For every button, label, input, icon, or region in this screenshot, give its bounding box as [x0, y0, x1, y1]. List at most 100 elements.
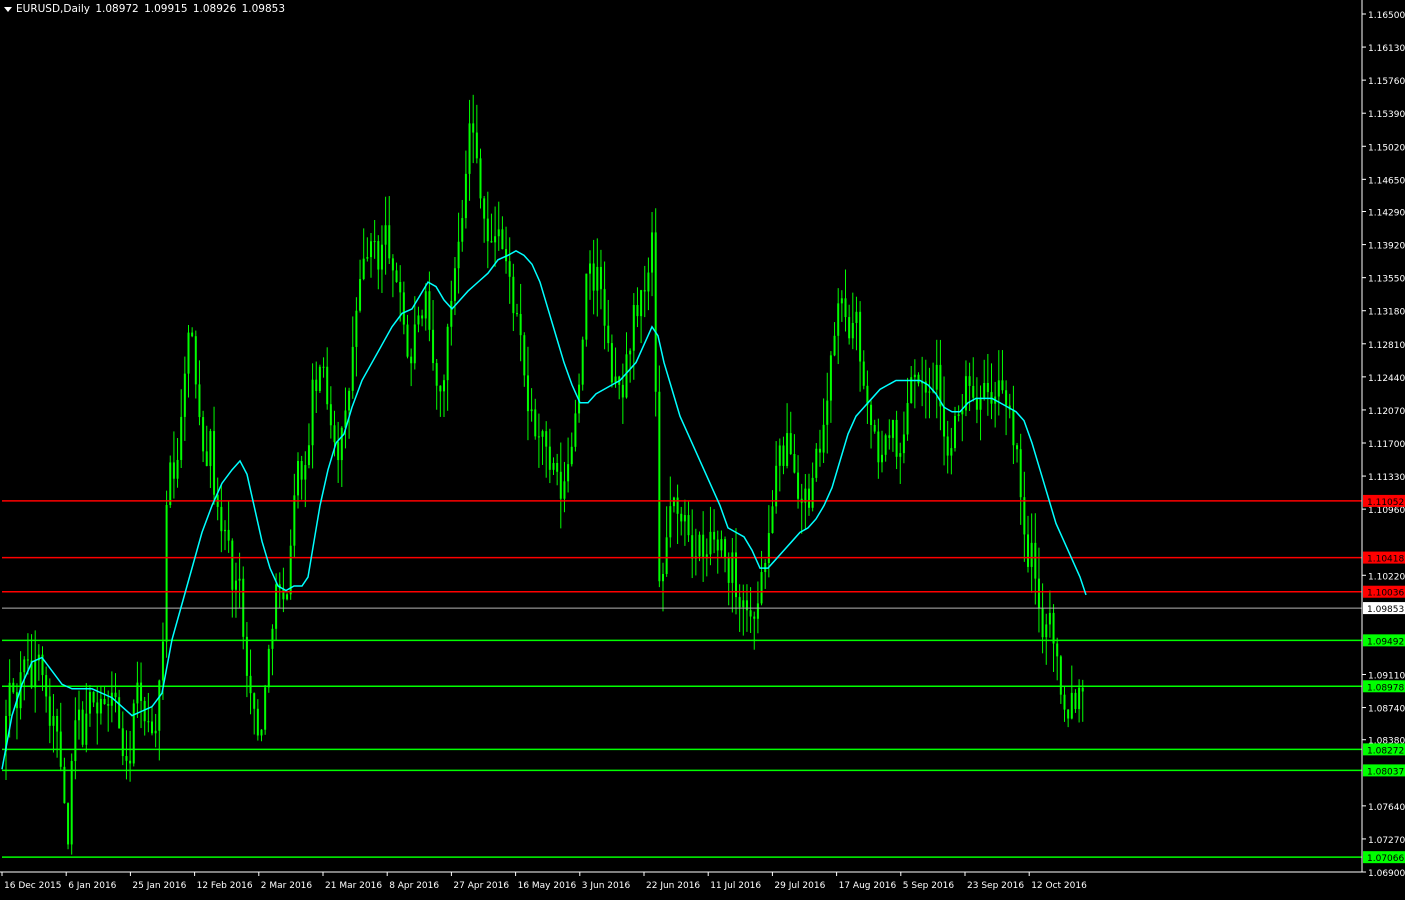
candle-body — [453, 268, 456, 301]
candle-body — [756, 603, 759, 619]
candle-body — [519, 314, 522, 336]
chart-window[interactable]: 1.16500 1.16130 1.15760 1.15390 1.15020 1.146… — [0, 0, 1405, 896]
candle-body — [713, 531, 716, 540]
candle-body — [935, 364, 938, 390]
candle-body — [370, 241, 372, 258]
candle-body — [541, 431, 544, 437]
candle-body — [450, 300, 453, 327]
candle-body — [340, 427, 343, 461]
candle-body — [271, 628, 274, 649]
support-level-label: 1.08037 — [1367, 767, 1404, 777]
price-chart[interactable]: 1.16500 1.16130 1.15760 1.15390 1.15020 1.146… — [0, 0, 1405, 896]
candle-body — [877, 431, 880, 463]
candle-body — [913, 374, 916, 378]
candle-body — [326, 366, 329, 405]
candle-body — [848, 317, 851, 339]
time-tick-label: 12 Feb 2016 — [197, 881, 253, 891]
candle-body — [851, 322, 854, 339]
time-tick-label: 16 Dec 2015 — [4, 881, 62, 891]
support-level-label: 1.08272 — [1367, 746, 1404, 756]
candle-body — [457, 241, 460, 269]
candle-body — [256, 708, 259, 736]
candle-body — [636, 305, 639, 317]
candle-body — [873, 425, 876, 432]
candle-body — [348, 390, 351, 411]
candle-body — [231, 540, 234, 590]
candle-body — [501, 229, 504, 250]
candle-body — [844, 298, 847, 318]
candle-body — [161, 641, 164, 681]
candle-body — [494, 236, 497, 243]
time-tick-label: 25 Jan 2016 — [132, 881, 186, 891]
candle-body — [337, 442, 340, 461]
candle-body — [158, 680, 161, 731]
candle-body — [1041, 608, 1044, 638]
candle-body — [147, 721, 150, 723]
candle-body — [267, 648, 270, 688]
candle-body — [92, 691, 95, 703]
candle-body — [592, 263, 595, 291]
candle-body — [1034, 542, 1037, 579]
candle-body — [297, 461, 299, 496]
candle-body — [85, 713, 88, 745]
candle-body — [643, 290, 646, 292]
candle-body — [1078, 687, 1081, 710]
candle-body — [651, 232, 654, 273]
candle-body — [140, 682, 143, 701]
candle-body — [840, 298, 843, 304]
candle-body — [81, 709, 84, 745]
time-tick-label: 5 Sep 2016 — [903, 881, 955, 891]
candle-body — [194, 336, 197, 385]
dropdown-triangle-icon[interactable] — [4, 6, 12, 12]
candle-body — [943, 406, 946, 437]
candle-body — [559, 471, 562, 499]
price-tick-label: 1.15390 — [1368, 110, 1405, 120]
price-tick-label: 1.10220 — [1368, 572, 1405, 582]
price-tick-label: 1.07270 — [1368, 836, 1405, 846]
candle-body — [307, 445, 310, 466]
candle-body — [1081, 687, 1084, 692]
candle-body — [720, 539, 723, 551]
price-tick-label: 1.14650 — [1368, 176, 1405, 186]
candle-body — [669, 506, 672, 538]
candle-body — [311, 379, 314, 446]
candle-body — [829, 355, 832, 401]
horizontal-levels — [2, 500, 1362, 858]
candle-body — [610, 343, 613, 383]
candle-body — [260, 729, 263, 736]
candle-body — [439, 385, 442, 392]
price-tick-label: 1.13550 — [1368, 275, 1405, 285]
candle-body — [629, 350, 632, 355]
time-tick-label: 22 Jun 2016 — [646, 881, 700, 891]
candle-body — [1005, 390, 1008, 406]
candle-body — [213, 431, 216, 495]
candle-body — [753, 616, 756, 619]
candle-body — [48, 696, 51, 726]
price-tick-label: 1.12440 — [1368, 374, 1405, 384]
resistance-level-label: 1.10418 — [1367, 555, 1404, 565]
candle-body — [362, 258, 365, 280]
candle-body — [789, 433, 792, 454]
support-level-label: 1.08978 — [1367, 683, 1404, 693]
candle-body — [625, 354, 628, 398]
candle-body — [187, 332, 190, 374]
candle-body — [862, 361, 865, 386]
candle-body — [121, 728, 124, 757]
candle-body — [245, 636, 248, 676]
candle-body — [475, 132, 478, 159]
candle-body — [468, 123, 471, 174]
candle-body — [837, 303, 840, 336]
candle-body — [552, 462, 555, 470]
candle-body — [687, 515, 690, 536]
candle-body — [329, 404, 332, 426]
candle-body — [384, 225, 387, 245]
candle-body — [585, 273, 588, 340]
candle-body — [56, 715, 59, 732]
price-tick-label: 1.16500 — [1368, 11, 1405, 21]
candle-body — [786, 433, 789, 466]
candle-body — [979, 397, 982, 410]
candle-body — [486, 218, 489, 242]
resistance-level-label: 1.10036 — [1367, 589, 1404, 599]
candle-body — [1056, 643, 1059, 657]
candle-body — [881, 454, 883, 463]
